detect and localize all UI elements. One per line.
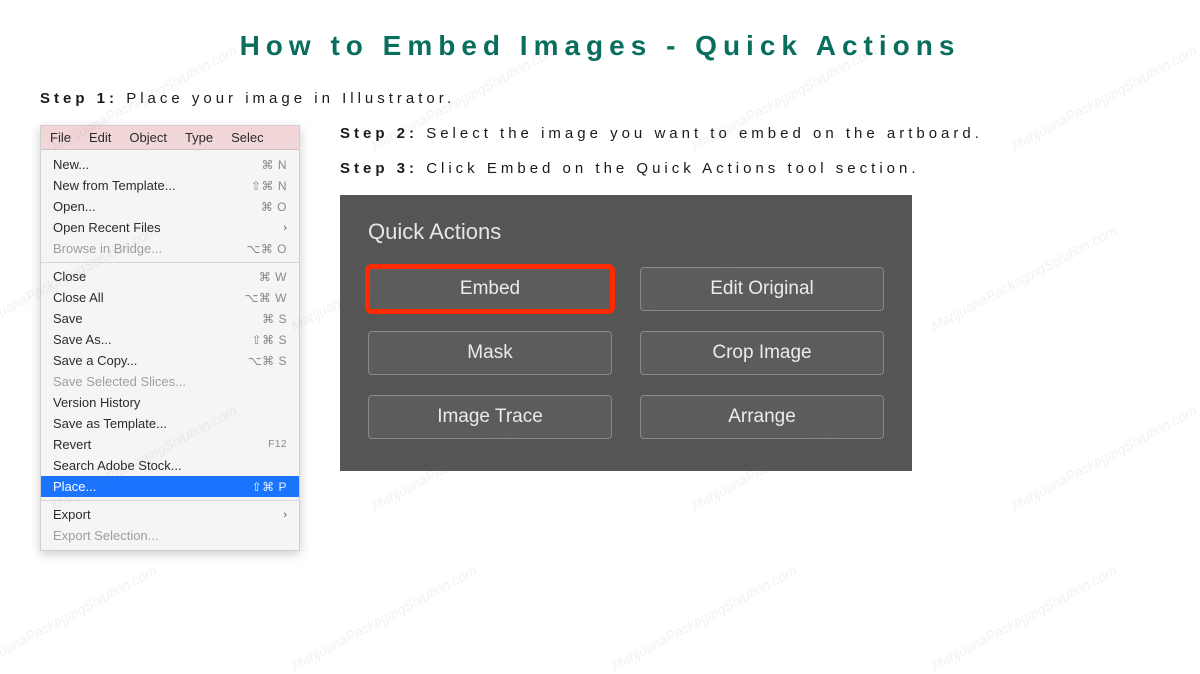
menubar: File Edit Object Type Selec [41, 126, 299, 150]
menu-search-stock[interactable]: Search Adobe Stock... [41, 455, 299, 476]
menu-save-shortcut: ⌘ S [262, 312, 287, 326]
mask-button[interactable]: Mask [368, 331, 612, 375]
step3-label: Step 3: [340, 160, 418, 177]
quick-actions-title: Quick Actions [368, 219, 884, 245]
menu-version-history-label: Version History [53, 395, 140, 410]
watermark: MarijuanaPackagingSolution.com [288, 562, 479, 674]
menu-save-as-label: Save As... [53, 332, 112, 347]
menu-save-as[interactable]: Save As... ⇧⌘ S [41, 329, 299, 350]
file-menu: File Edit Object Type Selec New... ⌘ N N… [40, 125, 300, 551]
menu-revert[interactable]: Revert F12 [41, 434, 299, 455]
edit-original-button[interactable]: Edit Original [640, 267, 884, 311]
menu-search-stock-label: Search Adobe Stock... [53, 458, 182, 473]
page-title: How to Embed Images - Quick Actions [0, 30, 1200, 62]
menu-new-template-label: New from Template... [53, 178, 176, 193]
menubar-type[interactable]: Type [176, 126, 222, 149]
menu-browse-bridge-shortcut: ⌥⌘ O [247, 242, 288, 256]
menu-save-label: Save [53, 311, 83, 326]
menu-save-slices-label: Save Selected Slices... [53, 374, 186, 389]
menu-version-history[interactable]: Version History [41, 392, 299, 413]
quick-actions-grid: Embed Edit Original Mask Crop Image Imag… [368, 267, 884, 439]
menubar-object[interactable]: Object [120, 126, 176, 149]
menu-open-shortcut: ⌘ O [261, 200, 287, 214]
menu-close[interactable]: Close ⌘ W [41, 266, 299, 287]
step1-text: Place your image in Illustrator. [126, 90, 455, 107]
menu-new-template-shortcut: ⇧⌘ N [251, 179, 287, 193]
menu-save-slices: Save Selected Slices... [41, 371, 299, 392]
menu-save-copy-shortcut: ⌥⌘ S [248, 354, 287, 368]
menu-save-copy-label: Save a Copy... [53, 353, 137, 368]
menu-export-label: Export [53, 507, 91, 522]
menubar-edit[interactable]: Edit [80, 126, 120, 149]
step3-line: Step 3: Click Embed on the Quick Actions… [340, 160, 1200, 177]
menu-save-template-label: Save as Template... [53, 416, 167, 431]
menu-save-template[interactable]: Save as Template... [41, 413, 299, 434]
menu-revert-label: Revert [53, 437, 91, 452]
watermark: MarijuanaPackagingSolution.com [0, 562, 159, 674]
crop-image-button[interactable]: Crop Image [640, 331, 884, 375]
menu-open[interactable]: Open... ⌘ O [41, 196, 299, 217]
embed-button[interactable]: Embed [368, 267, 612, 311]
menu-new-label: New... [53, 157, 89, 172]
menu-browse-bridge-label: Browse in Bridge... [53, 241, 162, 256]
image-trace-button[interactable]: Image Trace [368, 395, 612, 439]
menu-close-all-label: Close All [53, 290, 104, 305]
menu-export-selection[interactable]: Export Selection... [41, 525, 299, 546]
menu-place[interactable]: Place... ⇧⌘ P [41, 476, 299, 497]
file-menu-list: New... ⌘ N New from Template... ⇧⌘ N Ope… [41, 150, 299, 550]
menu-new-template[interactable]: New from Template... ⇧⌘ N [41, 175, 299, 196]
menu-open-recent[interactable]: Open Recent Files › [41, 217, 299, 238]
menu-browse-bridge[interactable]: Browse in Bridge... ⌥⌘ O [41, 238, 299, 259]
step1-label: Step 1: [40, 90, 118, 107]
right-column: Step 2: Select the image you want to emb… [340, 125, 1200, 551]
menu-revert-shortcut: F12 [268, 439, 287, 450]
step3-text: Click Embed on the Quick Actions tool se… [426, 160, 919, 177]
menu-separator [41, 500, 299, 501]
menu-save[interactable]: Save ⌘ S [41, 308, 299, 329]
step2-label: Step 2: [340, 125, 418, 142]
step2-text: Select the image you want to embed on th… [426, 125, 983, 142]
step2-line: Step 2: Select the image you want to emb… [340, 125, 1200, 142]
menu-export-selection-label: Export Selection... [53, 528, 159, 543]
menu-close-shortcut: ⌘ W [259, 270, 287, 284]
watermark: MarijuanaPackagingSolution.com [608, 562, 799, 674]
menubar-file[interactable]: File [41, 126, 80, 149]
menu-place-label: Place... [53, 479, 96, 494]
chevron-right-icon: › [283, 509, 287, 521]
chevron-right-icon: › [283, 222, 287, 234]
menubar-select[interactable]: Selec [222, 126, 273, 149]
menu-save-copy[interactable]: Save a Copy... ⌥⌘ S [41, 350, 299, 371]
menu-close-all[interactable]: Close All ⌥⌘ W [41, 287, 299, 308]
menu-export[interactable]: Export › [41, 504, 299, 525]
menu-save-as-shortcut: ⇧⌘ S [252, 333, 287, 347]
menu-close-label: Close [53, 269, 86, 284]
menu-open-label: Open... [53, 199, 96, 214]
quick-actions-panel: Quick Actions Embed Edit Original Mask C… [340, 195, 912, 471]
step1-line: Step 1: Place your image in Illustrator. [40, 90, 1200, 107]
menu-new[interactable]: New... ⌘ N [41, 154, 299, 175]
arrange-button[interactable]: Arrange [640, 395, 884, 439]
menu-open-recent-label: Open Recent Files [53, 220, 161, 235]
menu-close-all-shortcut: ⌥⌘ W [245, 291, 288, 305]
menu-place-shortcut: ⇧⌘ P [252, 480, 287, 494]
menu-new-shortcut: ⌘ N [262, 158, 288, 172]
watermark: MarijuanaPackagingSolution.com [928, 562, 1119, 674]
menu-separator [41, 262, 299, 263]
